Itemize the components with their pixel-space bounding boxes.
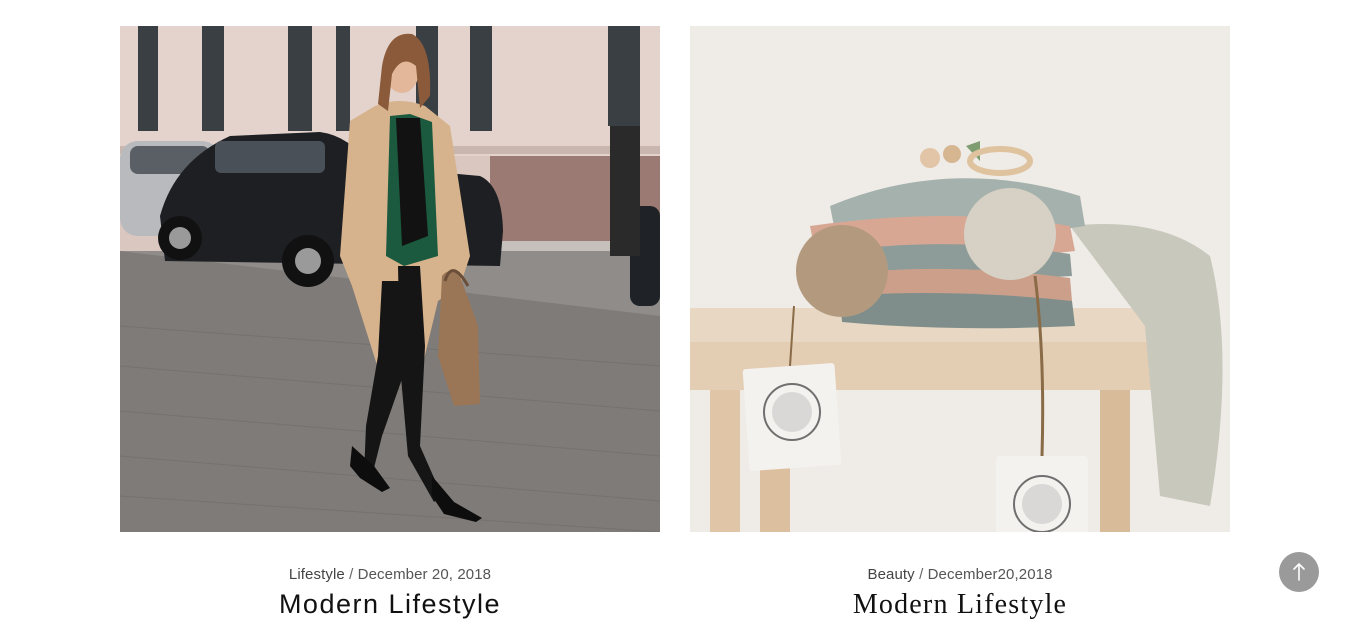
post-card-lifestyle: Lifestyle / December 20, 2018 Modern Lif…: [120, 26, 660, 620]
meta-separator: /: [919, 566, 928, 583]
post-image-knit-hats[interactable]: [690, 26, 1230, 532]
post-title[interactable]: Modern Lifestyle: [120, 589, 660, 620]
blog-page: Lifestyle / December 20, 2018 Modern Lif…: [0, 0, 1349, 632]
category-link[interactable]: Beauty: [867, 566, 914, 583]
post-date: December 20, 2018: [357, 566, 492, 583]
category-link[interactable]: Lifestyle: [289, 566, 345, 583]
arrow-up-icon: [1293, 563, 1305, 581]
knit-hats-photo: [690, 26, 1230, 532]
post-meta: Beauty / December20,2018: [690, 566, 1230, 583]
post-date: December20,2018: [927, 566, 1053, 583]
post-image-woman-street[interactable]: [120, 26, 660, 532]
woman-street-photo: [120, 26, 660, 532]
post-card-beauty: Beauty / December20,2018 Modern Lifestyl…: [690, 26, 1230, 621]
meta-separator: /: [349, 566, 358, 583]
post-meta: Lifestyle / December 20, 2018: [120, 566, 660, 583]
post-title[interactable]: Modern Lifestyle: [690, 589, 1230, 621]
scroll-to-top-button[interactable]: [1279, 552, 1319, 592]
